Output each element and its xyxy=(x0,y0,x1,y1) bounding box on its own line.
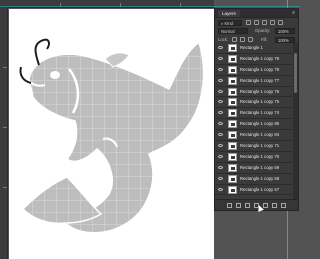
lock-position-icon[interactable] xyxy=(240,37,245,42)
filter-row: ⌕ Kind xyxy=(215,18,298,27)
layer-row[interactable]: Rectangle 1 copy 85 xyxy=(215,119,292,131)
layer-thumbnail xyxy=(228,142,237,151)
visibility-eye-icon[interactable] xyxy=(218,111,223,115)
filter-icons xyxy=(246,20,283,25)
layer-row[interactable]: Rectangle 1 copy 68 xyxy=(215,174,292,185)
layer-name: Rectangle 1 copy 77 xyxy=(240,77,280,83)
layer-row[interactable]: Rectangle 1 copy 71 xyxy=(215,141,292,152)
layer-row[interactable]: Rectangle 1 xyxy=(215,43,292,54)
opacity-input[interactable]: 100% xyxy=(275,28,295,34)
layer-thumbnail xyxy=(228,87,237,96)
layer-thumbnail xyxy=(228,65,237,74)
layer-thumbnail xyxy=(228,120,237,129)
layers-panel: Layers ≡ ⌕ Kind Normal Opacity: 100% Loc… xyxy=(214,8,299,211)
layer-name: Rectangle 1 copy 75 xyxy=(240,99,280,105)
search-icon: ⌕ xyxy=(221,21,224,26)
layer-thumbnail xyxy=(228,54,237,63)
layer-name: Rectangle 1 copy 79 xyxy=(240,55,280,61)
layer-row[interactable]: Rectangle 1 copy 79 xyxy=(215,54,292,65)
layer-thumbnail xyxy=(228,185,237,194)
filter-kind-select[interactable]: ⌕ Kind xyxy=(218,20,242,26)
layer-name: Rectangle 1 copy 85 xyxy=(240,121,280,127)
filter-kind-label: Kind xyxy=(224,21,233,26)
fish-tail xyxy=(21,176,103,225)
document-canvas[interactable] xyxy=(9,9,214,259)
layer-name: Rectangle 1 copy 71 xyxy=(240,143,280,149)
horizontal-guide[interactable] xyxy=(0,6,300,7)
visibility-eye-icon[interactable] xyxy=(218,133,223,137)
fish-artwork xyxy=(19,38,205,234)
visibility-eye-icon[interactable] xyxy=(218,56,223,60)
panel-tabbar: Layers ≡ xyxy=(215,9,298,18)
layer-name: Rectangle 1 copy 67 xyxy=(240,186,280,192)
visibility-eye-icon[interactable] xyxy=(218,176,223,180)
layer-name: Rectangle 1 copy 70 xyxy=(240,153,280,159)
layer-name: Rectangle 1 copy 69 xyxy=(240,164,280,170)
layer-thumbnail xyxy=(228,76,237,85)
type-filter-icon[interactable] xyxy=(262,20,267,25)
lock-pixels-icon[interactable] xyxy=(232,37,237,42)
layer-row[interactable]: Rectangle 1 copy 70 xyxy=(215,152,292,163)
layer-thumbnail xyxy=(228,44,237,52)
folder-icon[interactable] xyxy=(263,202,268,208)
vertical-ruler[interactable] xyxy=(0,7,8,259)
blend-mode-select[interactable]: Normal xyxy=(218,28,248,34)
layer-row[interactable]: Rectangle 1 copy 69 xyxy=(215,163,292,174)
pixel-filter-icon[interactable] xyxy=(246,20,251,25)
visibility-eye-icon[interactable] xyxy=(218,89,223,93)
visibility-eye-icon[interactable] xyxy=(218,144,223,148)
visibility-eye-icon[interactable] xyxy=(218,154,223,158)
smart-object-filter-icon[interactable] xyxy=(278,20,283,25)
fill-label: Fill: xyxy=(261,37,268,42)
adjustment-filter-icon[interactable] xyxy=(254,20,259,25)
layer-thumbnail xyxy=(228,131,237,140)
layer-row[interactable]: Rectangle 1 copy 77 xyxy=(215,76,292,87)
layer-row[interactable]: Rectangle 1 copy 74 xyxy=(215,108,292,120)
visibility-eye-icon[interactable] xyxy=(218,165,223,169)
lock-label: Lock: xyxy=(218,37,229,42)
layer-row[interactable]: Rectangle 1 copy 67 xyxy=(215,185,292,196)
visibility-eye-icon[interactable] xyxy=(218,122,223,126)
layer-row[interactable]: Rectangle 1 copy 75 xyxy=(215,97,292,109)
layer-name: Rectangle 1 copy 74 xyxy=(240,110,280,116)
tab-layers[interactable]: Layers xyxy=(218,10,240,17)
lock-icons xyxy=(232,37,253,42)
blend-row: Normal Opacity: 100% xyxy=(215,27,298,36)
layer-name: Rectangle 1 xyxy=(240,45,263,50)
layer-thumbnail xyxy=(228,98,237,107)
visibility-eye-icon[interactable] xyxy=(218,100,223,104)
layers-scrollbar[interactable] xyxy=(293,43,298,200)
layer-thumbnail xyxy=(228,109,237,118)
layer-thumbnail xyxy=(228,152,237,161)
visibility-eye-icon[interactable] xyxy=(218,46,223,49)
layer-row[interactable]: Rectangle 1 copy 84 xyxy=(215,130,292,142)
trash-icon[interactable] xyxy=(281,202,286,208)
shape-filter-icon[interactable] xyxy=(270,20,275,25)
visibility-eye-icon[interactable] xyxy=(218,67,223,71)
layer-list: Rectangle 1 Rectangle 1 copy 79 Rectangl… xyxy=(215,43,292,200)
new-layer-icon[interactable] xyxy=(272,202,277,208)
layer-name: Rectangle 1 copy 78 xyxy=(240,66,280,72)
layer-row[interactable]: Rectangle 1 copy 76 xyxy=(215,87,292,98)
layer-thumbnail xyxy=(228,163,237,172)
lock-all-icon[interactable] xyxy=(248,37,253,42)
panel-menu-icon[interactable]: ≡ xyxy=(292,10,295,16)
mask-icon[interactable] xyxy=(245,202,250,208)
visibility-eye-icon[interactable] xyxy=(218,78,223,82)
fish-eye xyxy=(50,71,60,79)
layer-row[interactable]: Rectangle 1 copy 78 xyxy=(215,65,292,76)
opacity-label: Opacity: xyxy=(255,28,271,33)
layer-name: Rectangle 1 copy 84 xyxy=(240,132,280,138)
fx-icon[interactable] xyxy=(236,202,241,208)
layer-name: Rectangle 1 copy 76 xyxy=(240,88,280,94)
layer-thumbnail xyxy=(228,174,237,183)
scroll-thumb[interactable] xyxy=(294,53,297,93)
visibility-eye-icon[interactable] xyxy=(218,187,223,191)
layer-name: Rectangle 1 copy 68 xyxy=(240,175,280,181)
link-icon[interactable] xyxy=(227,202,232,208)
